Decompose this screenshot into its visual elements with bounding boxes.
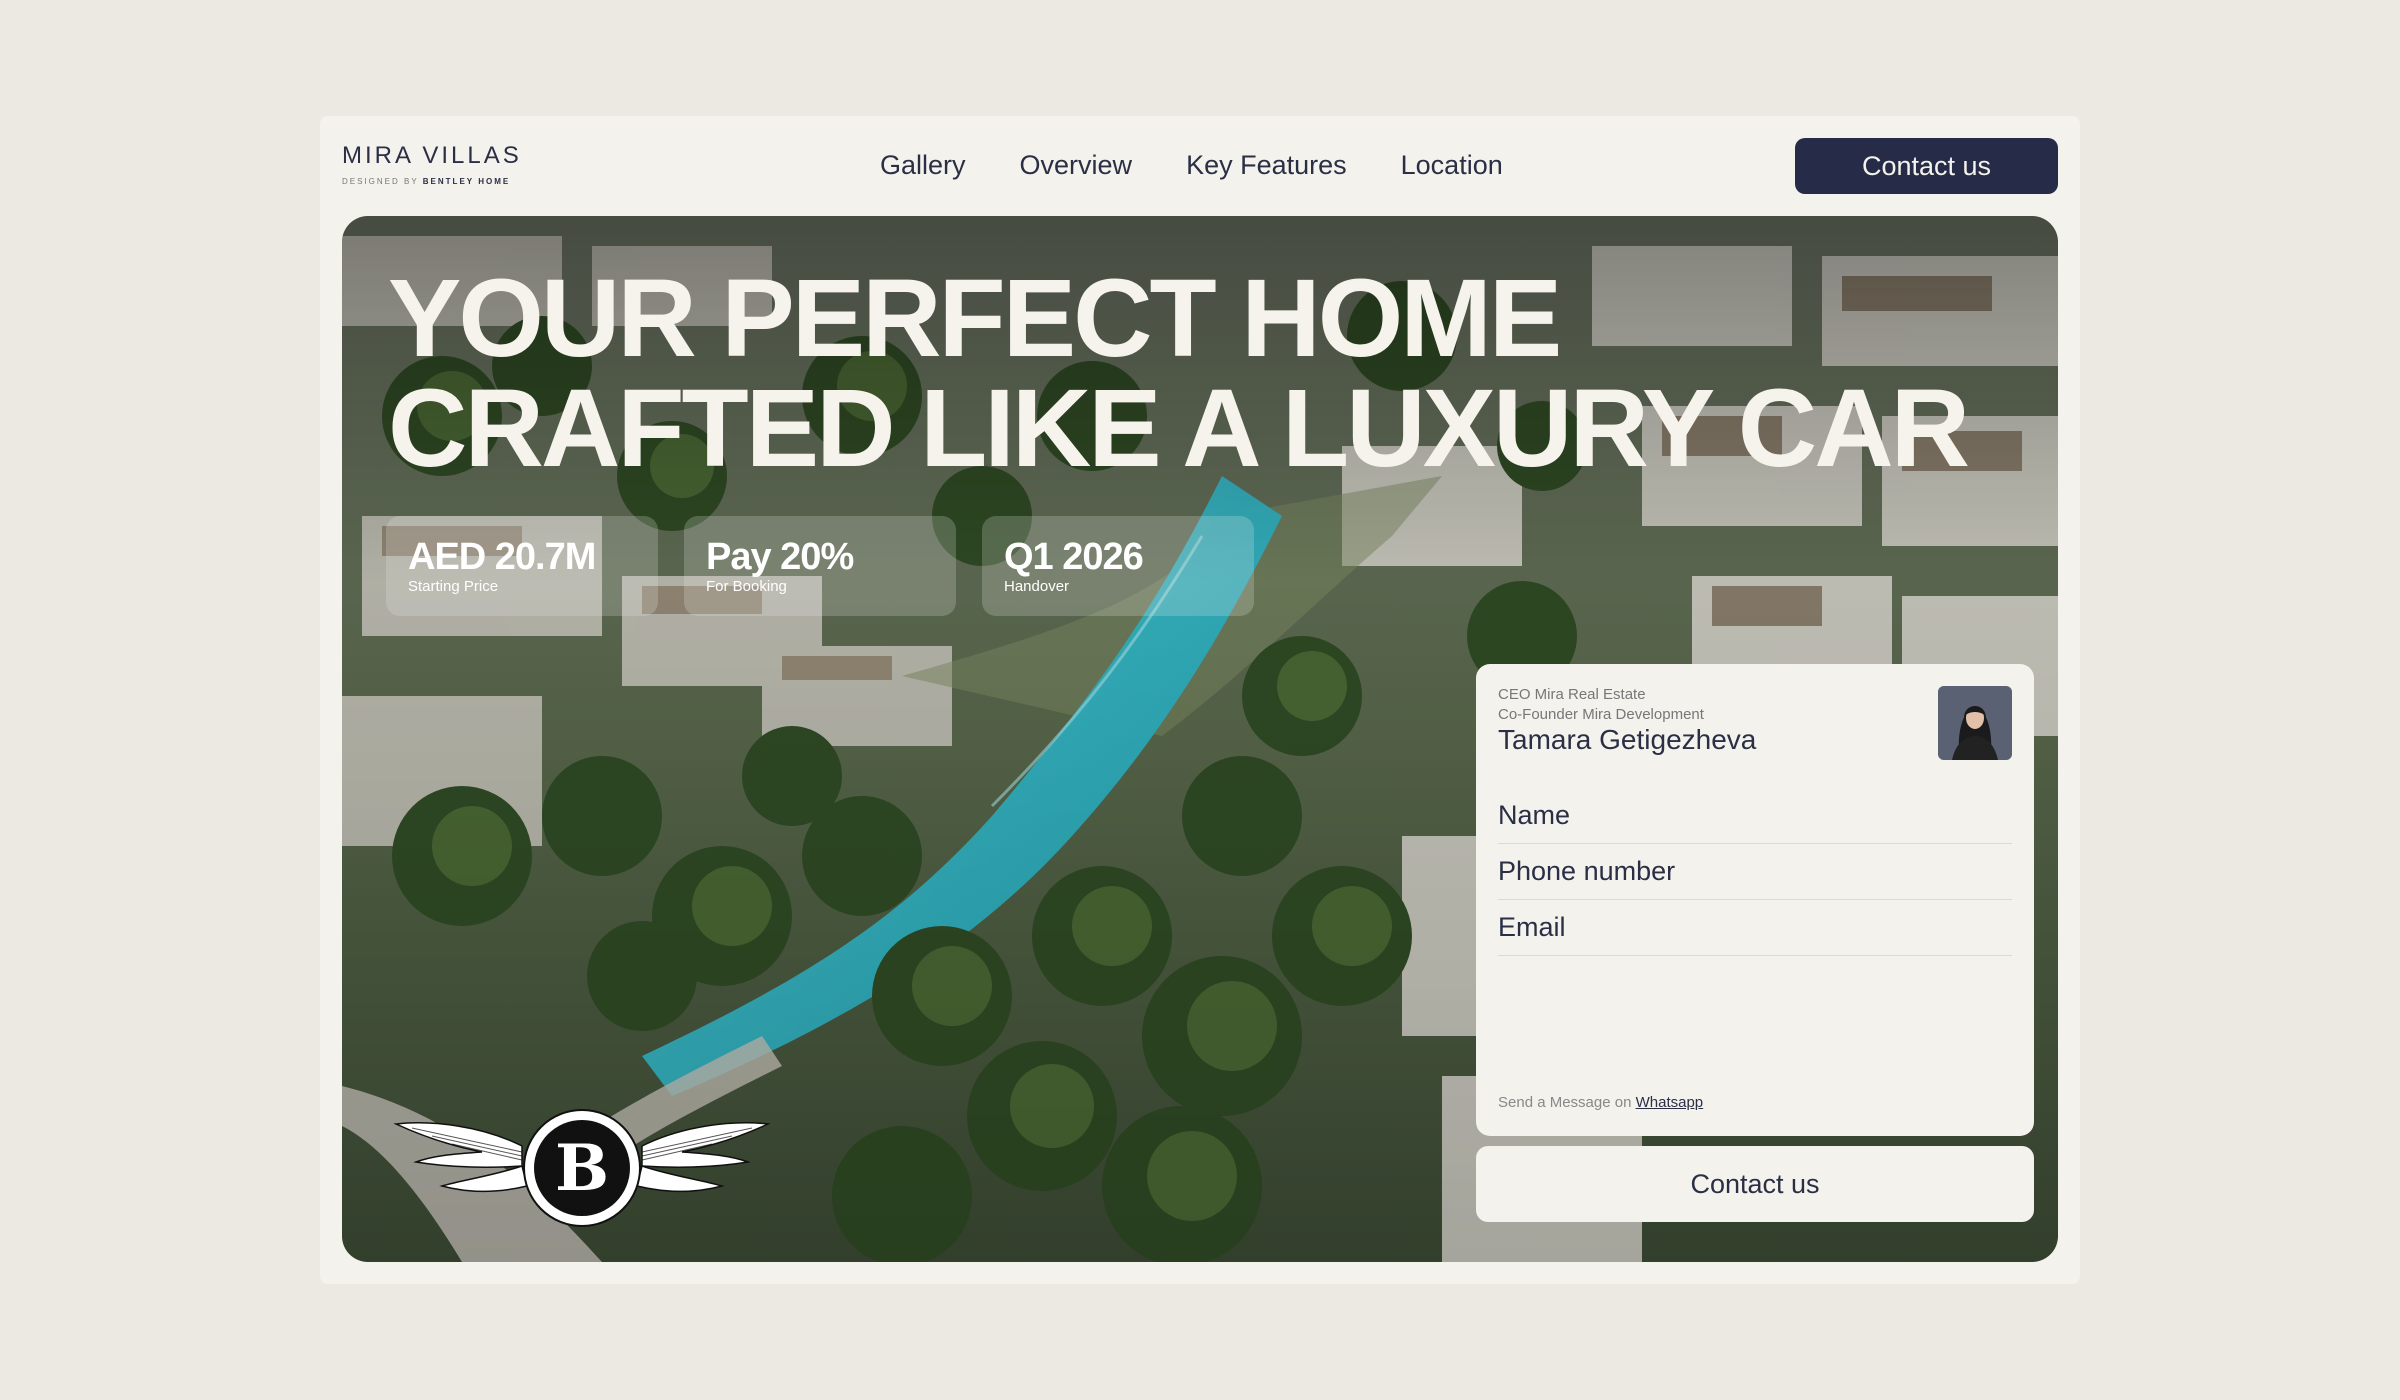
- nav-overview[interactable]: Overview: [1020, 150, 1133, 181]
- stat-label: Handover: [1004, 578, 1070, 595]
- landing-card: MIRA VILLAS DESIGNED BY BENTLEY HOME Gal…: [320, 116, 2080, 1284]
- phone-placeholder: Phone number: [1498, 856, 1676, 886]
- email-placeholder: Email: [1498, 912, 1566, 942]
- phone-field[interactable]: Phone number: [1498, 844, 2012, 900]
- stat-label: Starting Price: [408, 578, 499, 595]
- contact-form-panel: CEO Mira Real Estate Co-Founder Mira Dev…: [1476, 664, 2034, 1136]
- stat-starting-price: AED 20.7M Starting Price: [386, 516, 658, 616]
- nav-location[interactable]: Location: [1401, 150, 1503, 181]
- nav-gallery[interactable]: Gallery: [880, 150, 966, 181]
- main-nav: Gallery Overview Key Features Location: [880, 150, 1503, 181]
- person-role-2: Co-Founder Mira Development: [1498, 706, 1704, 723]
- stat-value: Q1 2026: [1004, 536, 1144, 578]
- person-role-1: CEO Mira Real Estate: [1498, 686, 1646, 703]
- emblem-letter: B: [555, 1131, 609, 1206]
- brand-name: MIRA VILLAS: [342, 142, 522, 169]
- headline-line-2: CRAFTED LIKE A LUXURY CAR: [388, 367, 1970, 490]
- stat-handover: Q1 2026 Handover: [982, 516, 1254, 616]
- hero-section: YOUR PERFECT HOME CRAFTED LIKE A LUXURY …: [342, 216, 2058, 1262]
- header-contact-button[interactable]: Contact us: [1795, 138, 2058, 194]
- headline-line-1: YOUR PERFECT HOME: [388, 257, 1562, 380]
- whatsapp-prefix: Send a Message on: [1498, 1094, 1632, 1111]
- stat-booking: Pay 20% For Booking: [684, 516, 956, 616]
- stat-label: For Booking: [706, 578, 787, 595]
- stats-row: AED 20.7M Starting Price Pay 20% For Boo…: [386, 516, 1254, 616]
- whatsapp-row: Send a Message on Whatsapp: [1498, 1094, 1703, 1111]
- brand-tagline: DESIGNED BY BENTLEY HOME: [342, 177, 522, 186]
- avatar: [1938, 686, 2012, 760]
- name-placeholder: Name: [1498, 800, 1571, 830]
- hero-headline: YOUR PERFECT HOME CRAFTED LIKE A LUXURY …: [388, 264, 1970, 484]
- stat-value: AED 20.7M: [408, 536, 596, 578]
- form-contact-button[interactable]: Contact us: [1476, 1146, 2034, 1222]
- email-field[interactable]: Email: [1498, 900, 2012, 956]
- stat-value: Pay 20%: [706, 536, 854, 578]
- person-name: Tamara Getigezheva: [1498, 724, 1757, 755]
- bentley-wings-emblem: B: [393, 1109, 771, 1227]
- whatsapp-link[interactable]: Whatsapp: [1636, 1094, 1704, 1111]
- nav-key-features[interactable]: Key Features: [1186, 150, 1347, 181]
- tagline-brand: BENTLEY HOME: [422, 177, 511, 186]
- name-field[interactable]: Name: [1498, 788, 2012, 844]
- tagline-prefix: DESIGNED BY: [342, 177, 419, 186]
- brand-logo[interactable]: MIRA VILLAS DESIGNED BY BENTLEY HOME: [342, 142, 522, 186]
